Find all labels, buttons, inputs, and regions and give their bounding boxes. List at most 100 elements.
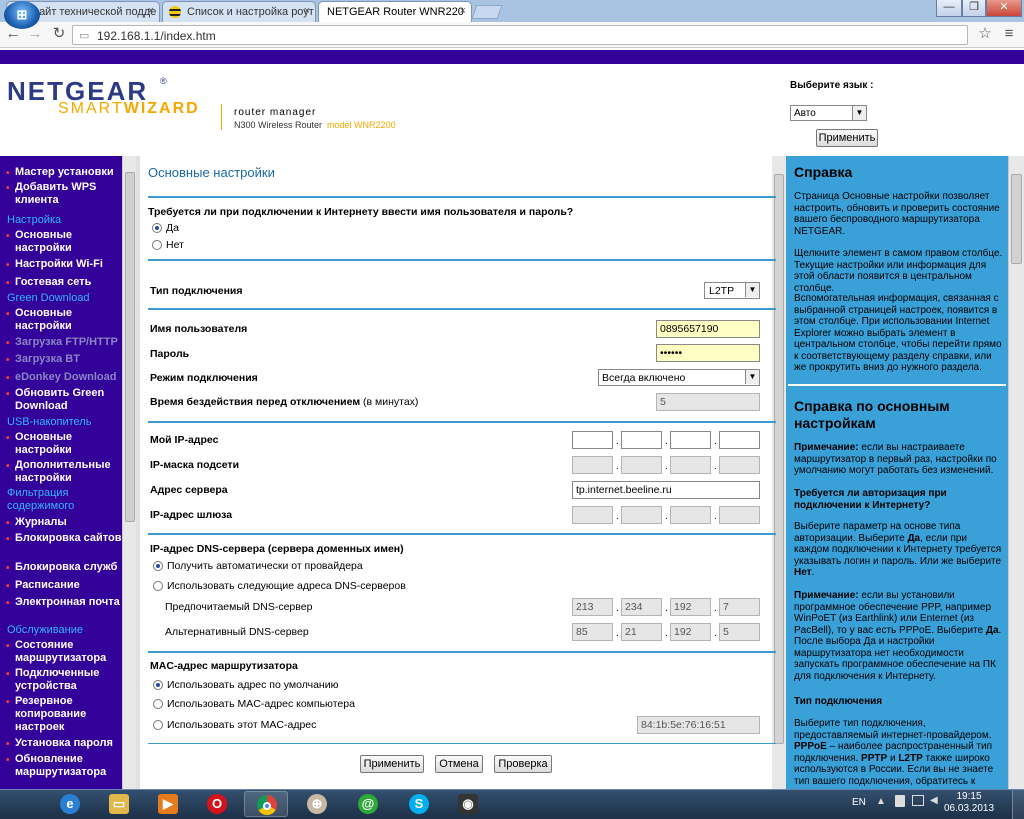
language-indicator[interactable]: EN	[852, 797, 866, 808]
sidebar-scrollbar[interactable]	[122, 156, 136, 789]
server-address-input[interactable]: tp.internet.beeline.ru	[572, 481, 760, 499]
reload-button[interactable]: ↻	[50, 25, 68, 43]
dns-alternate-octet-4[interactable]: 5	[719, 623, 760, 641]
gateway-octet-4[interactable]	[719, 506, 760, 524]
taskbar-skype[interactable]: S	[397, 791, 441, 817]
sidebar-item[interactable]: • Обновление маршрутизатора	[6, 753, 122, 779]
dns-preferred-octet-1[interactable]: 213	[572, 598, 613, 616]
chrome-menu-icon[interactable]: ≡	[1000, 25, 1018, 43]
login-yes-radio[interactable]	[152, 223, 162, 233]
dns-alternate-octet-2[interactable]: 21	[621, 623, 662, 641]
address-bar[interactable]: ▭ 192.168.1.1/index.htm	[72, 25, 968, 45]
dns-auto-radio[interactable]	[153, 561, 163, 571]
language-apply-button[interactable]: Применить	[816, 129, 878, 147]
help-scrollbar[interactable]	[1008, 156, 1024, 789]
sidebar-item[interactable]: • Дополнительные настройки	[6, 459, 122, 485]
dns-alternate-octet-1[interactable]: 85	[572, 623, 613, 641]
tab-router-list[interactable]: Список и настройка роут ×	[162, 1, 316, 22]
tab-netgear[interactable]: NETGEAR Router WNR220 ×	[318, 1, 472, 23]
connection-type-select[interactable]: L2TP ▼	[704, 282, 760, 299]
sidebar-item[interactable]: • Основные настройки	[6, 229, 122, 255]
taskbar-mail-agent[interactable]: @	[346, 791, 390, 817]
login-no-radio[interactable]	[152, 240, 162, 250]
username-input[interactable]: 0895657190	[656, 320, 760, 338]
sidebar-item[interactable]: • Основные настройки	[6, 431, 122, 457]
sidebar-item[interactable]: • Блокировка сайтов	[6, 532, 122, 545]
connection-mode-select[interactable]: Всегда включено ▼	[598, 369, 760, 386]
dns-alternate-octet-3[interactable]: 192	[670, 623, 711, 641]
idle-timeout-input[interactable]: 5	[656, 393, 760, 411]
show-desktop-button[interactable]	[1012, 790, 1024, 819]
password-input[interactable]: ••••••	[656, 344, 760, 362]
main-scrollbar[interactable]	[772, 156, 786, 789]
model-name: model WNR2200	[327, 120, 396, 130]
new-tab-button[interactable]	[471, 5, 503, 19]
sidebar-item[interactable]: • eDonkey Download	[6, 371, 122, 384]
mask-octet-2[interactable]	[621, 456, 662, 474]
taskbar-opera[interactable]: O	[195, 791, 239, 817]
sidebar-item[interactable]: • Резервное копирование настроек	[6, 695, 122, 734]
sidebar-item[interactable]: • Загрузка BT	[6, 353, 122, 366]
language-select[interactable]: Авто ▼	[790, 105, 867, 121]
minimize-button[interactable]: —	[936, 0, 962, 17]
taskbar-camera[interactable]: ◉	[446, 791, 490, 817]
sidebar-item[interactable]: • Электронная почта	[6, 596, 122, 609]
my-ip-octet-1[interactable]	[572, 431, 613, 449]
help-divider	[788, 384, 1006, 386]
maximize-button[interactable]: ❐	[962, 0, 986, 17]
sidebar-item[interactable]: • Мастер установки	[6, 166, 122, 179]
sidebar-item[interactable]: • Подключенные устройства	[6, 667, 122, 693]
system-clock[interactable]: 19:15 06.03.2013	[944, 791, 994, 815]
dns-manual-radio[interactable]	[153, 581, 163, 591]
sidebar-item[interactable]: • Расписание	[6, 579, 122, 592]
mac-custom-radio[interactable]	[153, 720, 163, 730]
scrollbar-thumb[interactable]	[1011, 174, 1022, 264]
sidebar-item[interactable]: • Настройки Wi-Fi	[6, 258, 122, 271]
apply-button[interactable]: Применить	[360, 755, 424, 773]
bookmark-star-icon[interactable]: ☆	[976, 25, 994, 43]
cancel-button[interactable]: Отмена	[435, 755, 483, 773]
taskbar-media[interactable]: ▶	[146, 791, 190, 817]
tray-arrow-icon[interactable]: ▲	[876, 796, 886, 807]
gateway-octet-2[interactable]	[621, 506, 662, 524]
network-tray-icon[interactable]	[912, 795, 924, 806]
sidebar-item[interactable]: • Блокировка служб	[6, 561, 122, 574]
mac-computer-radio[interactable]	[153, 699, 163, 709]
taskbar-network[interactable]: ⊕	[295, 791, 339, 817]
bullet-icon: •	[6, 581, 10, 592]
close-icon[interactable]: ×	[460, 5, 466, 17]
close-icon[interactable]: ×	[148, 5, 154, 17]
sidebar-item[interactable]: • Журналы	[6, 516, 122, 529]
taskbar-chrome[interactable]	[244, 791, 288, 817]
gateway-octet-3[interactable]	[670, 506, 711, 524]
sidebar-item[interactable]: • Обновить Green Download	[6, 387, 122, 413]
mask-octet-1[interactable]	[572, 456, 613, 474]
dns-preferred-octet-2[interactable]: 234	[621, 598, 662, 616]
note-label: Примечание:	[794, 442, 859, 453]
test-button[interactable]: Проверка	[494, 755, 552, 773]
sidebar-item[interactable]: • Загрузка FTP/HTTP	[6, 336, 122, 349]
my-ip-octet-4[interactable]	[719, 431, 760, 449]
gateway-octet-1[interactable]	[572, 506, 613, 524]
sidebar-item[interactable]: • Установка пароля	[6, 737, 122, 750]
mask-octet-3[interactable]	[670, 456, 711, 474]
sidebar-item[interactable]: • Гостевая сеть	[6, 276, 122, 289]
taskbar-explorer[interactable]: ▭	[97, 791, 141, 817]
sidebar-item[interactable]: • Основные настройки	[6, 307, 122, 333]
my-ip-octet-3[interactable]	[670, 431, 711, 449]
mask-octet-4[interactable]	[719, 456, 760, 474]
mac-default-radio[interactable]	[153, 680, 163, 690]
sidebar-item[interactable]: • Добавить WPS клиента	[6, 181, 122, 207]
volume-icon[interactable]: ◀	[930, 795, 938, 806]
sidebar-item[interactable]: • Состояние маршрутизатора	[6, 639, 122, 665]
mac-address-input[interactable]: 84:1b:5e:76:16:51	[637, 716, 760, 734]
action-center-icon[interactable]	[895, 795, 905, 807]
my-ip-octet-2[interactable]	[621, 431, 662, 449]
taskbar-ie[interactable]: e	[48, 791, 92, 817]
dns-preferred-octet-4[interactable]: 7	[719, 598, 760, 616]
close-window-button[interactable]: ✕	[986, 0, 1022, 17]
scrollbar-thumb[interactable]	[125, 172, 135, 522]
close-icon[interactable]: ×	[304, 5, 310, 17]
dns-preferred-octet-3[interactable]: 192	[670, 598, 711, 616]
start-button[interactable]: ⊞	[4, 1, 40, 29]
